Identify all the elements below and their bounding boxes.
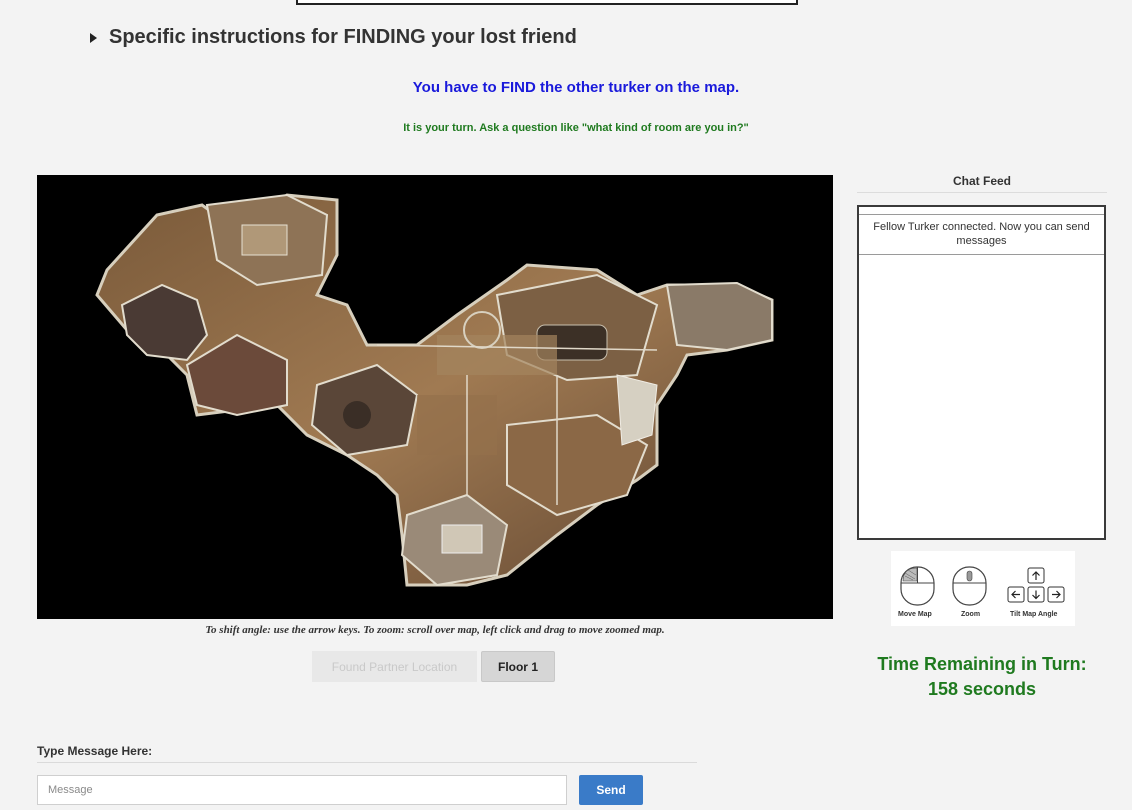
instructions-toggle[interactable]: Specific instructions for FINDING your l… — [90, 26, 577, 49]
message-input[interactable] — [37, 775, 567, 805]
move-map-label: Move Map — [898, 611, 932, 618]
arrow-glyphs — [1011, 571, 1061, 600]
goal-text: You have to FIND the other turker on the… — [412, 79, 740, 96]
mouse-scroll-icon — [952, 566, 987, 606]
floor-1-button[interactable]: Floor 1 — [481, 651, 555, 682]
house-map-viewer[interactable] — [37, 175, 833, 619]
map-instructions-caption: To shift angle: use the arrow keys. To z… — [205, 624, 665, 636]
chat-feed-spacer — [859, 207, 1104, 215]
tilt-map-angle-label: Tilt Map Angle — [1010, 611, 1058, 618]
controls-legend: Move Map Zoom Tilt Map Angle — [891, 551, 1075, 626]
turn-timer: Time Remaining in Turn: 158 seconds — [857, 652, 1107, 702]
chat-message: Fellow Turker connected. Now you can sen… — [859, 215, 1104, 255]
instructions-title: Specific instructions for FINDING your l… — [109, 26, 577, 48]
top-frame-edge — [296, 0, 798, 5]
send-button[interactable]: Send — [579, 775, 643, 805]
floorplan-render — [95, 193, 774, 587]
timer-value: 158 seconds — [927, 679, 1037, 699]
mouse-left-click-icon — [900, 566, 935, 606]
found-partner-button[interactable]: Found Partner Location — [312, 651, 477, 682]
chat-feed-title: Chat Feed — [952, 174, 1011, 188]
expand-triangle-icon — [90, 32, 97, 43]
message-label: Type Message Here: — [37, 744, 153, 758]
chat-title-divider — [857, 192, 1107, 193]
message-divider — [37, 762, 697, 763]
turn-prompt: It is your turn. Ask a question like "wh… — [403, 122, 749, 134]
chat-feed[interactable]: Fellow Turker connected. Now you can sen… — [857, 205, 1106, 540]
zoom-label: Zoom — [961, 611, 981, 618]
timer-label: Time Remaining in Turn: — [877, 654, 1087, 674]
